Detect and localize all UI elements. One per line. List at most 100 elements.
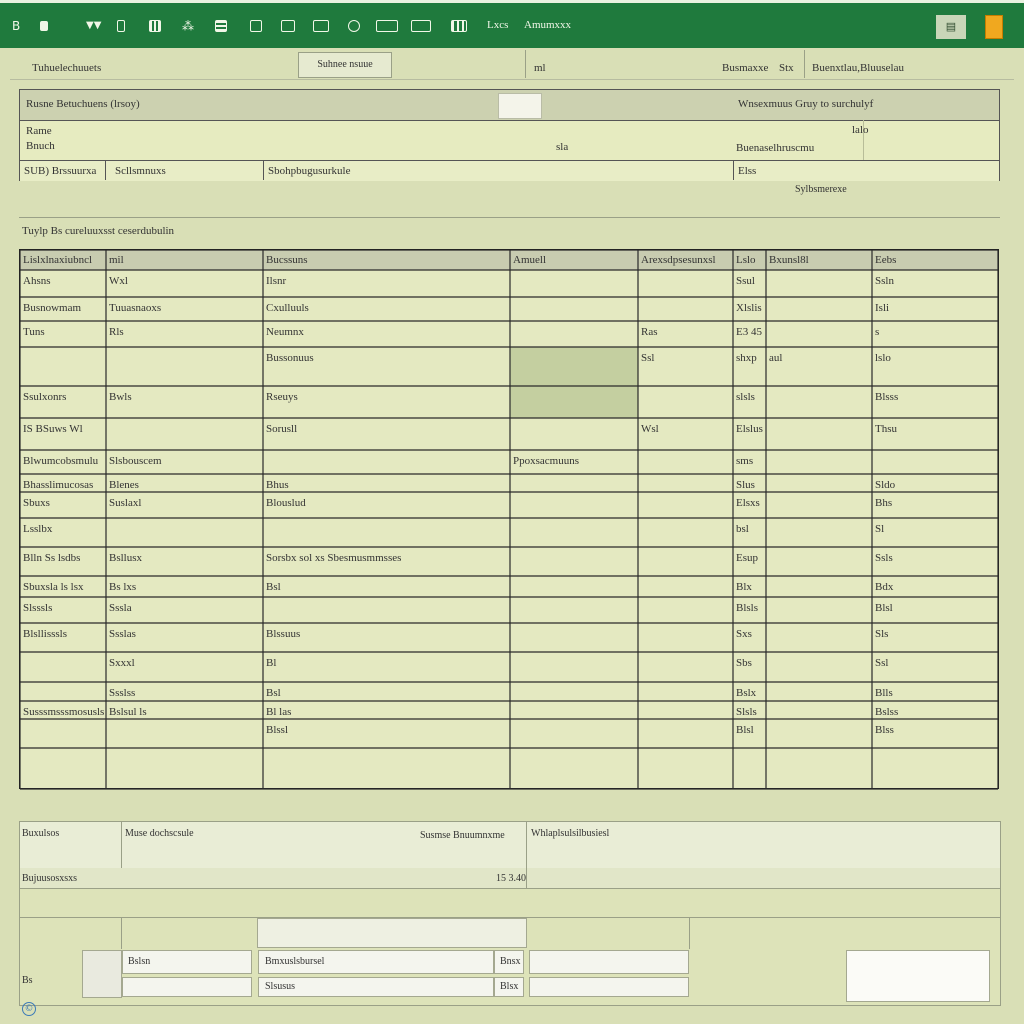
table-cell[interactable]: Bsllusx <box>109 552 142 564</box>
table-header-cell[interactable]: Lslo <box>736 254 756 266</box>
table-cell[interactable]: Ssslss <box>109 687 135 699</box>
table-cell[interactable]: Ssul <box>736 275 755 287</box>
table-cell[interactable]: shxp <box>736 352 757 364</box>
table-cell[interactable]: Bdx <box>875 581 893 593</box>
toolbar-right-label-3[interactable]: Buenxtlau,Bluuselau <box>812 62 904 74</box>
table-cell[interactable]: Bwls <box>109 391 132 403</box>
table-cell[interactable]: Sorusll <box>266 423 297 435</box>
table-cell[interactable]: Cxulluuls <box>266 302 309 314</box>
format-painter-icon[interactable] <box>40 18 48 34</box>
table-cell[interactable]: Sorsbx sol xs Sbesmusmmsses <box>266 552 401 564</box>
table-cell[interactable]: Tuns <box>23 326 45 338</box>
table-cell[interactable]: Blss <box>875 724 894 736</box>
table-cell[interactable]: Sls <box>875 628 888 640</box>
table-cell[interactable]: Bl <box>266 657 276 669</box>
table-cell[interactable]: Rls <box>109 326 124 338</box>
camera-icon[interactable] <box>348 18 360 34</box>
highlight-color-button[interactable] <box>985 15 1003 39</box>
table-cell[interactable]: Blsl <box>875 602 893 614</box>
toolbar-right-label-2[interactable]: Stx <box>779 62 794 74</box>
table-icon[interactable] <box>117 18 125 34</box>
table-cell[interactable]: IS BSuws Wl <box>23 423 83 435</box>
chart-icon[interactable] <box>451 18 467 34</box>
table-cell[interactable]: Ssls <box>875 552 893 564</box>
bold-icon[interactable]: ▼▼ <box>86 18 101 34</box>
table-cell[interactable]: Bs lxs <box>109 581 136 593</box>
table-cell[interactable]: Blx <box>736 581 752 593</box>
table-cell[interactable]: Blls <box>875 687 893 699</box>
table-header-cell[interactable]: Bxunsl8l <box>769 254 809 266</box>
table-cell[interactable]: Xlslis <box>736 302 762 314</box>
chart-icon[interactable] <box>149 18 161 34</box>
field-5[interactable] <box>529 977 689 997</box>
table-cell[interactable]: Bsl <box>266 687 281 699</box>
table-cell[interactable]: Blwumcobsmulu <box>23 455 98 467</box>
table-cell[interactable]: Wsl <box>641 423 659 435</box>
table-cell[interactable]: slsls <box>736 391 755 403</box>
table-cell[interactable]: Busnowmam <box>23 302 81 314</box>
table-cell[interactable]: Sbs <box>736 657 752 669</box>
table-cell[interactable]: Rseuys <box>266 391 298 403</box>
table-cell[interactable]: Ssslas <box>109 628 136 640</box>
table-cell[interactable]: Ilsnr <box>266 275 286 287</box>
table-cell[interactable]: Slus <box>736 479 755 491</box>
field-4[interactable] <box>529 950 689 974</box>
table-cell[interactable]: Isli <box>875 302 889 314</box>
table-cell[interactable]: Slsbouscem <box>109 455 162 467</box>
table-cell[interactable]: Blssuus <box>266 628 300 640</box>
table-header-cell[interactable]: Arexsdpsesunxsl <box>641 254 716 266</box>
table-cell[interactable]: Sxxxl <box>109 657 135 669</box>
table-cell[interactable]: Elslus <box>736 423 763 435</box>
table-cell[interactable]: Blsllisssls <box>23 628 67 640</box>
table-cell[interactable]: aul <box>769 352 782 364</box>
table-header-cell[interactable]: Eebs <box>875 254 896 266</box>
table-cell[interactable]: Suslaxl <box>109 497 141 509</box>
table-cell[interactable]: s <box>875 326 879 338</box>
table-cell[interactable]: Sxs <box>736 628 752 640</box>
table-header-cell[interactable]: Bucssuns <box>266 254 308 266</box>
table-cell[interactable]: Blsls <box>736 602 758 614</box>
table-cell[interactable]: Sssla <box>109 602 132 614</box>
table-cell[interactable]: Susssmsssmosusls <box>23 706 104 718</box>
table-cell[interactable]: Bslss <box>875 706 898 718</box>
ribbon-label-1[interactable]: Lxcs <box>487 19 508 31</box>
toolbar-right-label[interactable]: Busmaxxe <box>722 62 768 74</box>
film-icon[interactable] <box>281 18 295 34</box>
table-cell[interactable]: Slsssls <box>23 602 52 614</box>
table-cell[interactable]: Blssl <box>266 724 288 736</box>
table-cell[interactable]: Wxl <box>109 275 128 287</box>
table-cell[interactable]: Ssl <box>875 657 888 669</box>
table-cell[interactable]: Ssl <box>641 352 654 364</box>
table-cell[interactable]: Blsl <box>736 724 754 736</box>
screen-icon[interactable] <box>376 18 398 34</box>
grid-view-icon[interactable]: ▤ <box>936 15 966 39</box>
table-cell[interactable]: Blsss <box>875 391 898 403</box>
spreadsheet-icon[interactable] <box>411 18 431 34</box>
table-cell[interactable]: E3 45 <box>736 326 762 338</box>
table-cell[interactable]: Ras <box>641 326 658 338</box>
table-cell[interactable]: Bhasslimucosas <box>23 479 93 491</box>
table-cell[interactable]: Blenes <box>109 479 139 491</box>
clipboard-icon[interactable] <box>250 18 262 34</box>
table-cell[interactable]: Slsls <box>736 706 757 718</box>
table-cell[interactable]: Bl las <box>266 706 291 718</box>
grid-icon[interactable] <box>215 18 227 34</box>
table-cell[interactable]: Lsslbx <box>23 523 52 535</box>
table-cell[interactable]: Bsl <box>266 581 281 593</box>
table-cell[interactable]: Blln Ss lsdbs <box>23 552 80 564</box>
table-cell[interactable]: Ssln <box>875 275 894 287</box>
bold-icon[interactable]: B <box>12 18 20 34</box>
field-1-b[interactable] <box>122 977 252 997</box>
table-header-cell[interactable]: Lislxlnaxiubncl <box>23 254 92 266</box>
table-cell[interactable]: Ssulxonrs <box>23 391 66 403</box>
table-cell[interactable]: Ppoxsacmuuns <box>513 455 579 467</box>
table-cell[interactable]: bsl <box>736 523 749 535</box>
table-cell[interactable]: lslo <box>875 352 891 364</box>
table-cell[interactable]: Sldo <box>875 479 895 491</box>
sheet-tab-button[interactable]: Suhnee nsuue <box>298 52 392 78</box>
table-cell[interactable]: Tuuasnaoxs <box>109 302 161 314</box>
signature-box[interactable] <box>846 950 990 1002</box>
table-cell[interactable]: Sbuxs <box>23 497 50 509</box>
table-header-cell[interactable]: Amuell <box>513 254 546 266</box>
table-cell[interactable]: Esup <box>736 552 758 564</box>
